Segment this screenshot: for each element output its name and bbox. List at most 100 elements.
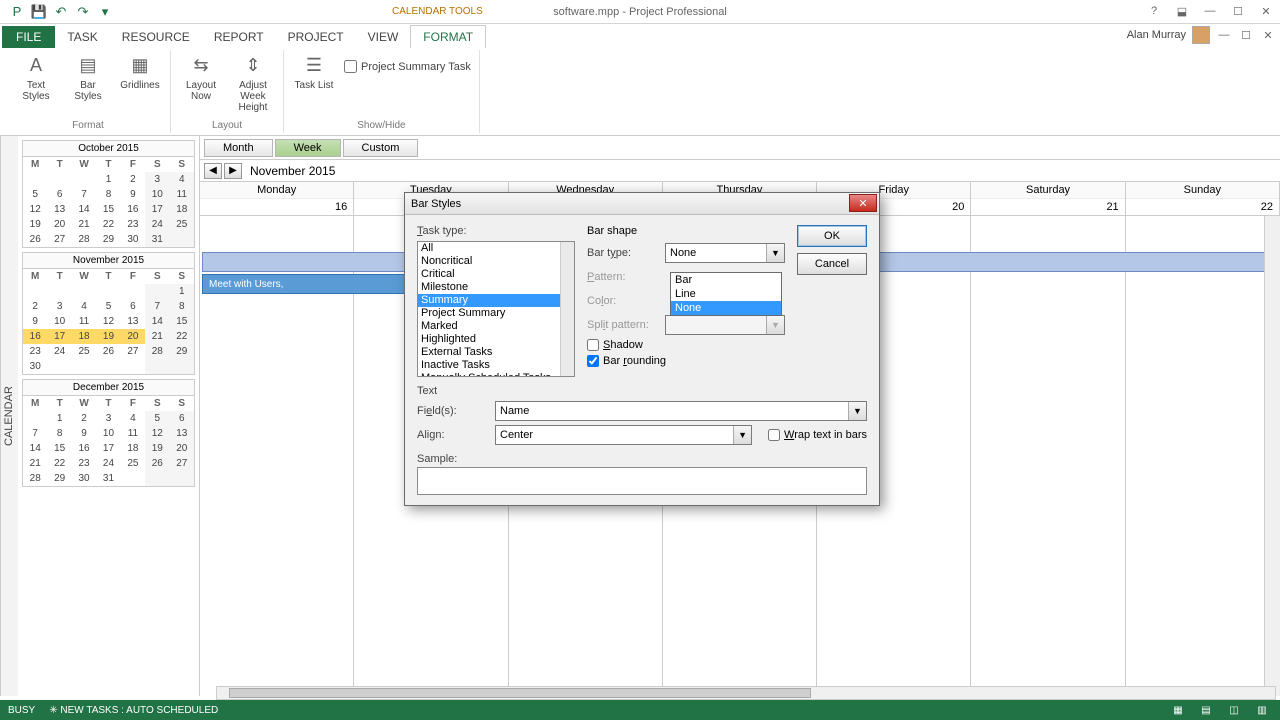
fields-label: Field(s):	[417, 405, 489, 417]
gridlines-button[interactable]: ▦Gridlines	[118, 54, 162, 91]
bar-styles-icon: ▤	[74, 54, 102, 78]
task-list-button[interactable]: ☰Task List	[292, 54, 336, 91]
bar-type-label: Bar type:	[587, 247, 659, 259]
layout-now-icon: ⇆	[187, 54, 215, 78]
split-pattern-label: Split pattern:	[587, 319, 659, 331]
group-format: Format	[70, 118, 106, 133]
list-item[interactable]: Inactive Tasks	[418, 359, 574, 372]
view-resource-icon[interactable]: ▥	[1252, 705, 1272, 716]
user-name[interactable]: Alan Murray	[1127, 29, 1186, 41]
text-styles-button[interactable]: AText Styles	[14, 54, 58, 102]
doc-close-icon[interactable]: ✕	[1260, 29, 1276, 42]
bar-styles-button[interactable]: ▤Bar Styles	[66, 54, 110, 102]
gridlines-icon: ▦	[126, 54, 154, 78]
tab-task[interactable]: TASK	[55, 26, 109, 48]
day-header: Saturday	[971, 182, 1124, 198]
avatar[interactable]	[1192, 26, 1210, 44]
wrap-check[interactable]: Wrap text in bars	[768, 429, 867, 441]
group-showhide: Show/Hide	[355, 118, 407, 133]
list-item[interactable]: Noncritical	[418, 255, 574, 268]
shadow-check[interactable]: Shadow	[587, 339, 785, 351]
view-custom-button[interactable]: Custom	[343, 139, 419, 157]
adjust-week-icon: ⇕	[239, 54, 267, 78]
help-icon[interactable]: ?	[1144, 5, 1164, 18]
file-tab[interactable]: FILE	[2, 26, 55, 48]
status-busy: BUSY	[8, 705, 35, 716]
rounding-check[interactable]: Bar rounding	[587, 355, 785, 367]
task-type-list[interactable]: AllNoncriticalCriticalMilestoneSummaryPr…	[417, 241, 575, 377]
doc-restore-icon[interactable]: ☐	[1238, 29, 1254, 42]
qat-more-icon[interactable]: ▾	[96, 3, 114, 21]
text-styles-icon: A	[22, 54, 50, 78]
calendar-tools-label: CALENDAR TOOLS	[392, 6, 483, 17]
undo-icon[interactable]: ↶	[52, 3, 70, 21]
list-item[interactable]: External Tasks	[418, 346, 574, 359]
day-header: Monday	[200, 182, 353, 198]
day-header: Sunday	[1126, 182, 1279, 198]
dialog-close-button[interactable]: ✕	[849, 194, 877, 212]
chevron-down-icon[interactable]: ▼	[766, 244, 784, 262]
list-item[interactable]: Critical	[418, 268, 574, 281]
doc-minimize-icon[interactable]: ―	[1216, 29, 1232, 41]
mini-cal-title: December 2015	[23, 380, 194, 396]
dropdown-item[interactable]: Bar	[671, 273, 781, 287]
ok-button[interactable]: OK	[797, 225, 867, 247]
bar-type-dropdown[interactable]: BarLineNone	[670, 272, 782, 316]
view-calendar-icon[interactable]: ▤	[1196, 705, 1216, 716]
sample-box	[417, 467, 867, 495]
tab-report[interactable]: REPORT	[202, 26, 276, 48]
bar-type-combo[interactable]: None▼	[665, 243, 785, 263]
sample-label: Sample:	[417, 453, 867, 465]
horizontal-scrollbar[interactable]	[216, 686, 1276, 700]
redo-icon[interactable]: ↷	[74, 3, 92, 21]
group-layout: Layout	[210, 118, 244, 133]
text-section-label: Text	[417, 385, 867, 397]
fields-combo[interactable]: Name▼	[495, 401, 867, 421]
list-item[interactable]: All	[418, 242, 574, 255]
ribbon-collapse-icon[interactable]: ⬓	[1172, 5, 1192, 18]
layout-now-button[interactable]: ⇆Layout Now	[179, 54, 223, 102]
mini-cal-title: November 2015	[23, 253, 194, 269]
color-label: Color:	[587, 295, 659, 307]
view-week-button[interactable]: Week	[275, 139, 341, 157]
align-label: Align:	[417, 429, 489, 441]
list-scrollbar[interactable]	[560, 242, 574, 376]
maximize-icon[interactable]: ☐	[1228, 5, 1248, 18]
list-item[interactable]: Marked	[418, 320, 574, 333]
view-gantt-icon[interactable]: ▦	[1168, 705, 1188, 716]
status-newtasks: NEW TASKS : AUTO SCHEDULED	[60, 705, 218, 716]
nav-prev-icon[interactable]: ◀	[204, 163, 222, 179]
list-item[interactable]: Milestone	[418, 281, 574, 294]
nav-next-icon[interactable]: ▶	[224, 163, 242, 179]
view-network-icon[interactable]: ◫	[1224, 705, 1244, 716]
task-list-icon: ☰	[300, 54, 328, 78]
sidebar-tab-calendar[interactable]: CALENDAR	[0, 136, 18, 696]
list-item[interactable]: Manually Scheduled Tasks	[418, 372, 574, 377]
split-pattern-combo: ▼	[665, 315, 785, 335]
window-title: software.mpp - Project Professional	[553, 6, 727, 18]
project-summary-check[interactable]: Project Summary Task	[344, 54, 471, 73]
tab-project[interactable]: PROJECT	[276, 26, 356, 48]
mini-calendar-panel: October 2015MTWTFSS123456789101112131415…	[18, 136, 200, 696]
month-label: November 2015	[244, 164, 335, 178]
view-month-button[interactable]: Month	[204, 139, 273, 157]
project-icon: P	[8, 3, 26, 21]
tab-view[interactable]: VIEW	[356, 26, 411, 48]
align-combo[interactable]: Center▼	[495, 425, 752, 445]
pattern-label: Pattern:	[587, 271, 659, 283]
status-bar: BUSY ✳ NEW TASKS : AUTO SCHEDULED ▦ ▤ ◫ …	[0, 700, 1280, 720]
list-item[interactable]: Project Summary	[418, 307, 574, 320]
vertical-scrollbar[interactable]	[1264, 216, 1280, 696]
close-icon[interactable]: ✕	[1256, 5, 1276, 18]
tab-resource[interactable]: RESOURCE	[110, 26, 202, 48]
list-item[interactable]: Summary	[418, 294, 574, 307]
list-item[interactable]: Highlighted	[418, 333, 574, 346]
cancel-button[interactable]: Cancel	[797, 253, 867, 275]
bar-shape-label: Bar shape	[587, 225, 785, 237]
tab-format[interactable]: FORMAT	[410, 25, 486, 48]
dropdown-item[interactable]: None	[671, 301, 781, 315]
minimize-icon[interactable]: ―	[1200, 5, 1220, 18]
adjust-week-button[interactable]: ⇕Adjust Week Height	[231, 54, 275, 113]
dropdown-item[interactable]: Line	[671, 287, 781, 301]
save-icon[interactable]: 💾	[30, 3, 48, 21]
